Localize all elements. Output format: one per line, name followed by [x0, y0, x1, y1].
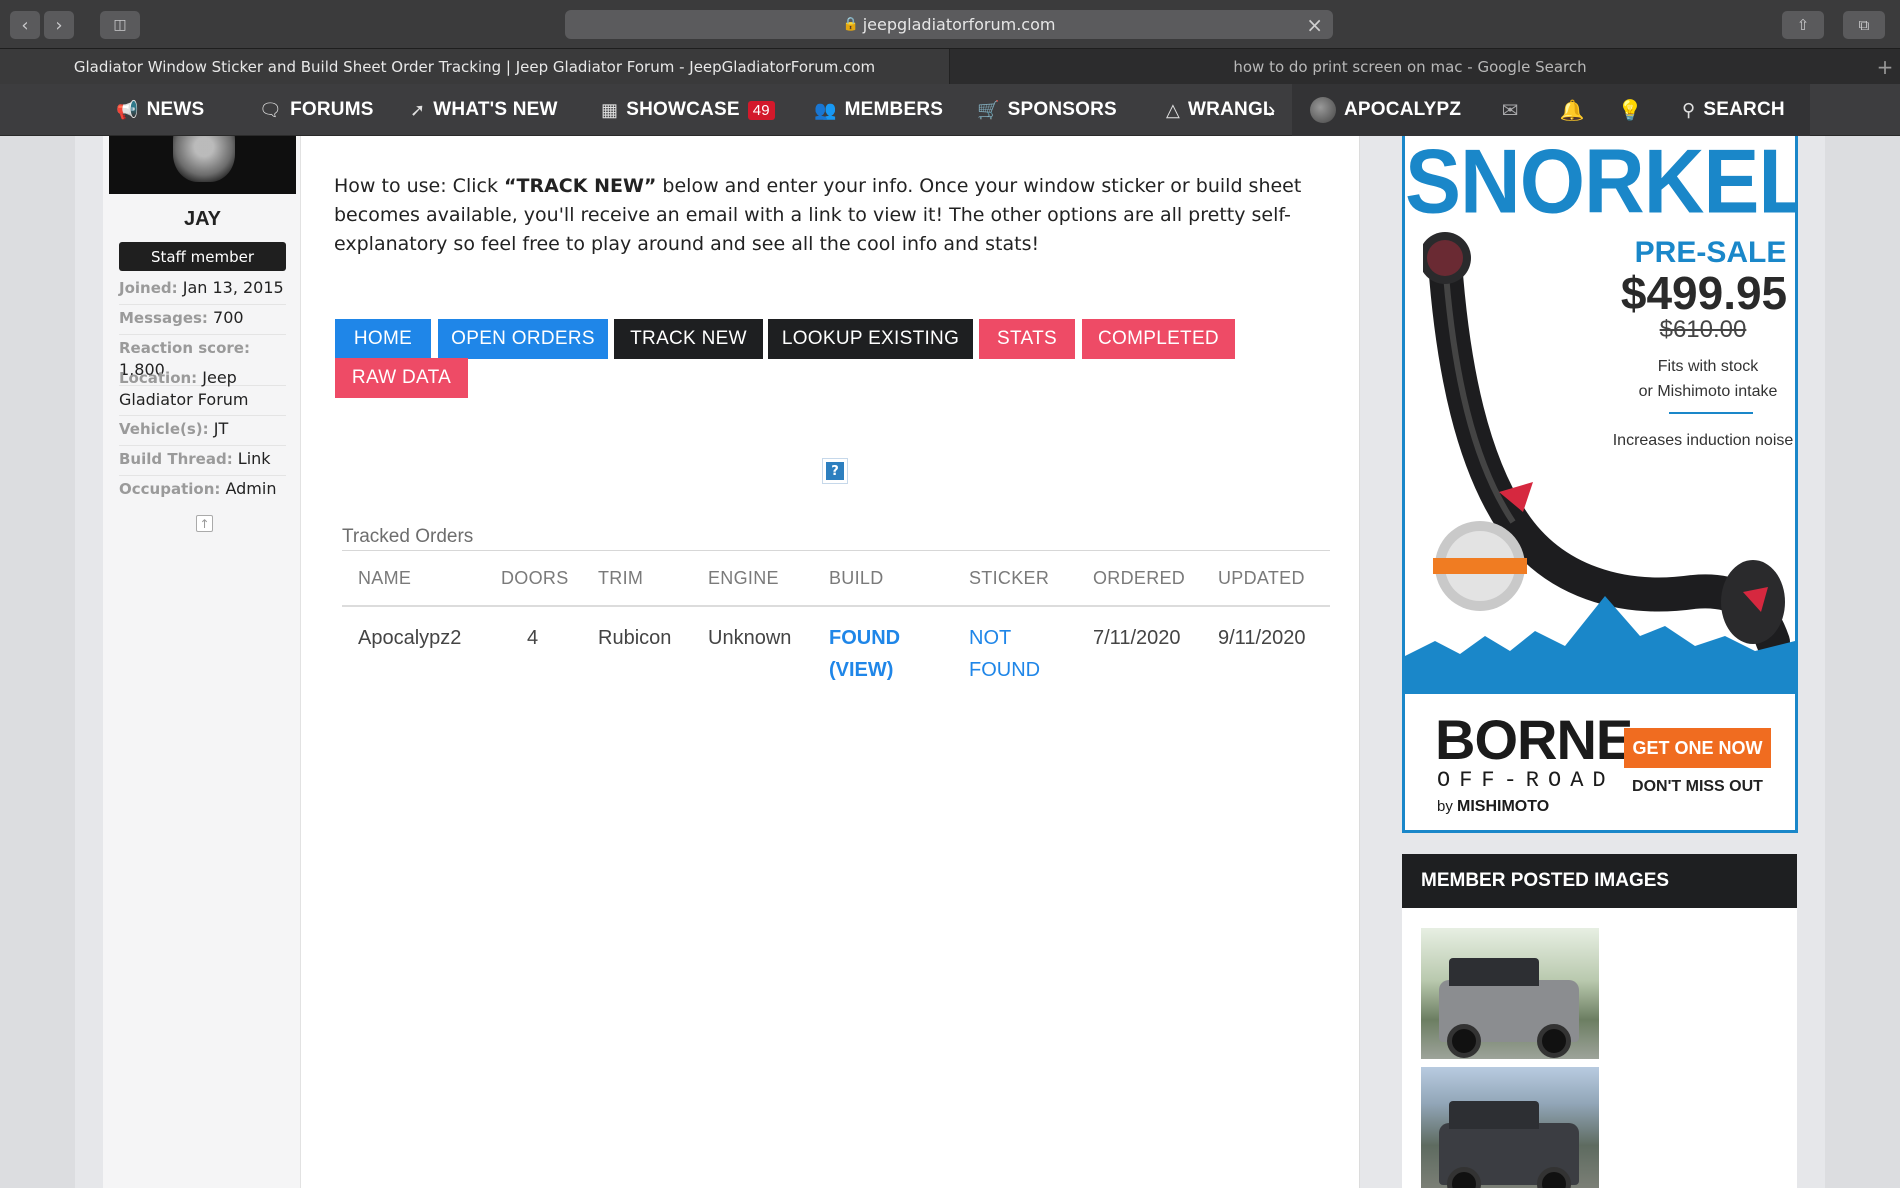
- browser-toolbar: ‹ › ◫ 🔒 jeepgladiatorforum.com × ⇧ ⧉: [0, 0, 1900, 48]
- column-header-updated[interactable]: UPDATED: [1218, 568, 1305, 589]
- new-tab-button[interactable]: +: [1870, 49, 1900, 85]
- tabs-overview-button[interactable]: ⧉: [1843, 11, 1885, 39]
- jeep-image: [1439, 958, 1579, 1058]
- cell-doors: 4: [527, 627, 539, 649]
- sticker-status-link[interactable]: NOT FOUND: [969, 622, 1040, 686]
- site-navigation: 📢 NEWS 🗨 FORUMS ➚ WHAT'S NEW ▦ SHOWCASE 49 👥 M…: [0, 84, 1900, 136]
- open-orders-button[interactable]: OPEN ORDERS: [438, 319, 608, 359]
- lookup-existing-button[interactable]: LOOKUP EXISTING: [768, 319, 973, 359]
- nav-search[interactable]: ⚲ SEARCH: [1682, 84, 1785, 136]
- column-header-name[interactable]: NAME: [358, 568, 411, 589]
- tab-gladiator-tracking[interactable]: Gladiator Window Sticker and Build Sheet…: [0, 49, 950, 85]
- ad-fits-text: Fits with stock or Mishimoto intake: [1638, 358, 1778, 400]
- forward-button[interactable]: ›: [44, 11, 74, 39]
- tracked-orders-title: Tracked Orders: [342, 526, 474, 547]
- cart-icon: 🛒: [977, 99, 1000, 120]
- scroll-up-icon[interactable]: ↑: [196, 515, 213, 532]
- tab-google-search[interactable]: how to do print screen on mac - Google S…: [950, 49, 1870, 85]
- nav-user-menu[interactable]: APOCALYPZ: [1310, 84, 1461, 136]
- info-occupation: Occupation: Admin: [119, 479, 277, 498]
- inbox-icon[interactable]: ✉: [1480, 84, 1540, 136]
- close-icon[interactable]: ×: [1306, 13, 1323, 37]
- nav-forums[interactable]: 🗨 FORUMS: [259, 84, 374, 136]
- column-header-trim[interactable]: TRIM: [598, 568, 643, 589]
- member-image-thumbnail[interactable]: [1421, 1067, 1599, 1188]
- member-image-thumbnail[interactable]: [1421, 928, 1599, 1059]
- sidebar-toggle-button[interactable]: ◫: [100, 11, 140, 39]
- help-icon[interactable]: ?: [822, 458, 848, 484]
- cell-trim: Rubicon: [598, 627, 672, 649]
- cell-name: Apocalypz2: [358, 627, 462, 649]
- column-header-build[interactable]: BUILD: [829, 568, 884, 589]
- snorkel-ad-banner[interactable]: SNORKEL PRE-SALE $499.95 $610.00 Fits wi…: [1402, 136, 1798, 833]
- ad-presale-label: PRE-SALE: [1634, 236, 1787, 269]
- users-icon: 👥: [814, 99, 837, 120]
- nav-whats-new[interactable]: ➚ WHAT'S NEW: [410, 84, 558, 136]
- user-name[interactable]: JAY: [109, 208, 296, 231]
- lifetime-warranty-seal: [1433, 521, 1527, 611]
- borne-logo: BORNE: [1435, 708, 1633, 771]
- showcase-count-badge: 49: [747, 100, 775, 120]
- info-location: Location: Jeep Gladiator Forum: [119, 367, 286, 416]
- url-text: jeepgladiatorforum.com: [862, 15, 1056, 34]
- ad-headline: SNORKEL: [1405, 136, 1798, 232]
- tab-bar: Gladiator Window Sticker and Build Sheet…: [0, 48, 1900, 85]
- info-vehicles: Vehicle(s): JT: [119, 418, 286, 446]
- column-header-engine[interactable]: ENGINE: [708, 568, 779, 589]
- grid-icon: ▦: [601, 99, 619, 120]
- get-one-now-button[interactable]: GET ONE NOW: [1624, 728, 1771, 768]
- cell-ordered: 7/11/2020: [1093, 627, 1181, 649]
- intro-text: How to use: Click “TRACK NEW” below and …: [334, 175, 1302, 255]
- mishimoto-logo: MISHIMOTO: [1457, 798, 1550, 815]
- column-header-ordered[interactable]: ORDERED: [1093, 568, 1185, 589]
- ad-dont-miss-text: DON'T MISS OUT: [1632, 778, 1763, 795]
- bolt-icon: ➚: [410, 99, 426, 120]
- jeep-image: [1439, 1101, 1579, 1188]
- info-build-thread: Build Thread: Link: [119, 448, 286, 476]
- ad-brand-section: BORNE OFF-ROAD by MISHIMOTO GET ONE NOW …: [1405, 694, 1795, 830]
- column-header-sticker[interactable]: STICKER: [969, 568, 1049, 589]
- info-messages: Messages: 700: [119, 307, 286, 335]
- divider: [1669, 412, 1753, 414]
- lightbulb-icon[interactable]: 💡: [1600, 84, 1660, 136]
- column-header-doors[interactable]: DOORS: [501, 568, 569, 589]
- back-button[interactable]: ‹: [10, 11, 40, 39]
- ad-by-line: by MISHIMOTO: [1437, 798, 1550, 815]
- divider: [342, 550, 1330, 551]
- bell-icon[interactable]: 🔔: [1542, 84, 1602, 136]
- search-icon: ⚲: [1682, 99, 1696, 120]
- stats-button[interactable]: STATS: [979, 319, 1075, 359]
- home-button[interactable]: HOME: [335, 319, 431, 359]
- megaphone-icon: 📢: [116, 99, 139, 120]
- ad-price: $499.95: [1620, 267, 1788, 319]
- cell-updated: 9/11/2020: [1218, 627, 1306, 649]
- ad-brand-sub: OFF-ROAD: [1437, 768, 1615, 793]
- nav-showcase[interactable]: ▦ SHOWCASE 49: [601, 84, 775, 136]
- completed-button[interactable]: COMPLETED: [1082, 319, 1235, 359]
- mountain-icon: △: [1166, 99, 1181, 120]
- skull-image: [173, 136, 235, 182]
- ad-old-price: $610.00: [1659, 316, 1747, 343]
- nav-members[interactable]: 👥 MEMBERS: [814, 84, 943, 136]
- lock-icon: 🔒: [842, 17, 859, 32]
- avatar: [1310, 97, 1336, 123]
- user-avatar[interactable]: [109, 136, 296, 194]
- info-joined: Joined: Jan 13, 2015: [119, 277, 286, 305]
- track-new-button[interactable]: TRACK NEW: [614, 319, 763, 359]
- address-bar[interactable]: 🔒 jeepgladiatorforum.com ×: [565, 10, 1333, 39]
- build-thread-link[interactable]: Link: [238, 449, 271, 468]
- nav-sponsors[interactable]: 🛒 SPONSORS: [977, 84, 1117, 136]
- build-view-link[interactable]: FOUND (VIEW): [829, 622, 900, 686]
- cell-engine: Unknown: [708, 627, 792, 649]
- raw-data-button[interactable]: RAW DATA: [335, 358, 468, 398]
- share-button[interactable]: ⇧: [1782, 11, 1824, 39]
- chat-bubbles-icon: 🗨: [259, 99, 283, 120]
- user-title-badge: Staff member: [119, 242, 286, 271]
- divider: [342, 605, 1330, 607]
- member-images-header: MEMBER POSTED IMAGES: [1402, 854, 1797, 908]
- nav-scroll-right-icon[interactable]: ›: [1268, 84, 1276, 136]
- nav-news[interactable]: 📢 NEWS: [116, 84, 204, 136]
- ad-induction-text: Increases induction noise: [1612, 432, 1794, 449]
